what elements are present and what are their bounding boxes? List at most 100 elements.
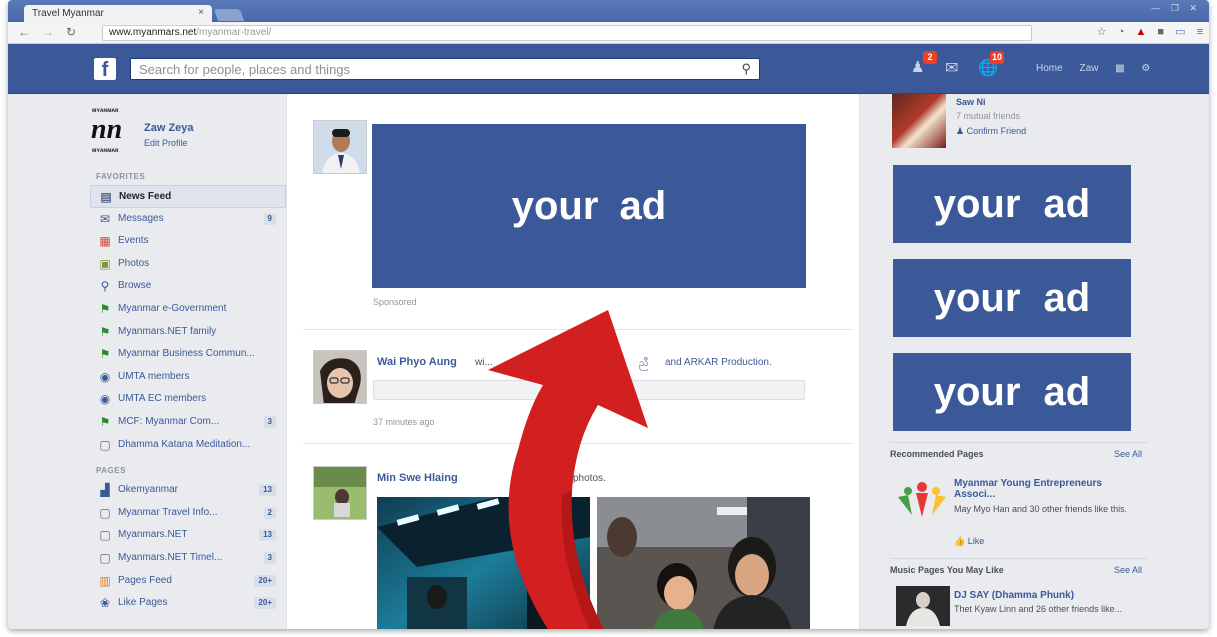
browser-tab[interactable]: Travel Myanmar × [24,5,212,22]
sidebar-item-label: Okemyanmar [118,484,179,496]
post1-tag[interactable]: ညီ [639,356,649,371]
facebook-logo[interactable]: f [94,58,116,81]
recommended-pages-heading: Recommended Pages See All [890,442,1148,464]
sidebar-item[interactable]: ▢ Myanmar Travel Info... 2 [90,502,286,525]
sidebar-item[interactable]: ▥ Pages Feed 20+ [90,570,286,593]
url-path: /myanmar-travel/ [196,27,272,38]
menu-icon[interactable]: ≡ [1197,26,1203,38]
edit-profile-link[interactable]: Edit Profile [144,138,188,148]
address-bar: ← → ↻ www.myanmars.net/myanmar-travel/ ☆… [8,22,1209,44]
post2-photo-left[interactable] [377,497,590,629]
post1-author[interactable]: Wai Phyo Aung [377,356,457,368]
notifications-globe-icon[interactable]: 🌐 10 [978,51,1004,78]
forward-icon[interactable]: → [42,25,54,39]
sidebar-item-label: Myanmar Travel Info... [118,506,218,518]
url-field[interactable]: www.myanmars.net/myanmar-travel/ [102,25,1032,41]
music-pages-heading: Music Pages You May Like See All [890,558,1148,580]
sidebar-item-count: 13 [259,529,276,542]
sidebar-item-label: Messages [118,212,164,224]
pages-list: ▟ Okemyanmar 13 ▢ Myanmar Travel Info... 2 ▢ My… [90,479,286,615]
extension-blue-icon[interactable]: ▭ [1175,25,1185,38]
sidebar-item[interactable]: ⚑ Myanmars.NET family [90,321,286,344]
window-controls[interactable]: — ❐ ✕ [1151,3,1201,14]
sidebar-item[interactable]: ▣ Photos [90,253,286,276]
extension-dark-icon[interactable]: ■ [1157,26,1164,38]
sidebar-item-label: News Feed [119,191,172,202]
sidebar-item-label: Like Pages [118,597,168,609]
sidebar-item[interactable]: ❀ Like Pages 20+ [90,592,286,615]
friend-request-name[interactable]: Saw Ni [956,97,986,107]
sidebar-item[interactable]: ◉ UMTA EC members [90,388,286,411]
new-tab-button[interactable] [213,9,245,21]
post2-author[interactable]: Min Swe Hlaing [377,472,458,484]
sidebar-item-label: Photos [118,257,150,269]
person-photo-icon [314,121,366,173]
reload-icon[interactable]: ↻ [66,25,76,39]
sidebar-item-label: Myanmars.NET [118,529,188,541]
sidebar-item[interactable]: ⚑ Myanmar Business Commun... [90,343,286,366]
woman-photo-icon [314,351,366,403]
post2-photo-right[interactable] [597,497,810,629]
station-photo-icon [377,497,590,629]
right-ad-1[interactable]: your ad [893,165,1131,243]
sidebar-item[interactable]: ◉ UMTA members [90,366,286,389]
center-ad-banner[interactable]: your ad [372,124,806,288]
post1-avatar[interactable] [313,350,367,404]
url-host: www.myanmars.net [109,27,197,38]
tab-close-icon[interactable]: × [198,7,204,18]
recommended-page-name[interactable]: Myanmar Young Entrepreneurs Associ... [954,478,1144,500]
sidebar-item-count: 20+ [254,597,276,610]
friend-mutual-count[interactable]: 7 mutual friends [956,111,1020,121]
music-page-name[interactable]: DJ SAY (Dhamma Phunk) [954,590,1144,601]
post1-timestamp[interactable]: 37 minutes ago [373,417,435,427]
browse-icon: ⚲ [100,279,110,294]
favorites-heading: FAVORITES [96,172,146,181]
messages-jewel-icon[interactable]: ✉ [945,58,965,78]
right-ad-3[interactable]: your ad [893,353,1131,431]
extension-icons: ☆ ◔ ▲ ■ ▭ ≡ [1089,25,1203,38]
events-icon: ▦ [99,234,111,249]
sidebar-item[interactable]: ▦ Events [90,230,286,253]
sponsored-label: Sponsored [373,297,417,307]
logo-mark: nn [91,114,123,145]
ad-avatar[interactable] [313,120,367,174]
extension-red-icon[interactable]: ▲ [1135,26,1146,38]
post1-shared-box[interactable] [373,380,805,400]
friend-request-avatar[interactable] [892,94,946,148]
tab-bar: Travel Myanmar × — ❐ ✕ [8,0,1209,22]
sidebar-item[interactable]: ▢ Myanmars.NET 13 [90,524,286,547]
search-input[interactable] [131,59,721,79]
sidebar-item-label: MCF: Myanmar Com... [118,415,220,427]
profile-link[interactable]: Zaw [1079,63,1098,74]
music-page-avatar-icon[interactable] [896,586,950,626]
sidebar-item[interactable]: ⚑ Myanmar e-Government [90,298,286,321]
sidebar-item[interactable]: ⚑ MCF: Myanmar Com... 3 [90,411,286,434]
extension-icon[interactable]: ◔ [1118,26,1125,38]
sidebar-item-count: 3 [263,551,276,564]
bookmark-icon[interactable]: ☆ [1097,25,1107,38]
recommended-like-button[interactable]: 👍 Like [954,536,984,547]
sidebar-item[interactable]: ⚲ Browse [90,275,286,298]
group-icon: ⚑ [99,414,111,429]
recommended-see-all-link[interactable]: See All [1114,449,1142,459]
home-link[interactable]: Home [1036,63,1063,74]
sidebar-item[interactable]: ▢ Dhamma Katana Meditation... [90,434,286,457]
confirm-friend-button[interactable]: ♟ Confirm Friend [956,126,1026,137]
music-see-all-link[interactable]: See All [1114,565,1142,575]
post1-text-c[interactable]: and ARKAR Production. [665,357,772,368]
globe-icon: ◉ [99,392,111,407]
right-ad-2[interactable]: your ad [893,259,1131,337]
friend-requests-icon[interactable]: ♟ 2 [911,51,937,78]
people-logo-icon[interactable] [896,479,948,519]
back-icon[interactable]: ← [18,25,30,39]
sidebar-item[interactable]: ▤ News Feed [90,185,286,208]
sidebar-item[interactable]: ✉ Messages 9 [90,208,286,231]
post2-avatar[interactable] [313,466,367,520]
profile-logo[interactable]: ᴍʏᴀɴᴍᴀʀ nn ᴍʏᴀɴᴍᴀʀ [90,108,136,154]
sidebar-item[interactable]: ▢ Myanmars.NET Timel... 3 [90,547,286,570]
search-icon[interactable]: ⚲ [741,61,751,77]
profile-name[interactable]: Zaw Zeya [144,122,194,134]
find-friends-icon[interactable]: ▩ [1115,63,1124,74]
sidebar-item[interactable]: ▟ Okemyanmar 13 [90,479,286,502]
settings-gear-icon[interactable]: ⚙ [1141,63,1150,74]
